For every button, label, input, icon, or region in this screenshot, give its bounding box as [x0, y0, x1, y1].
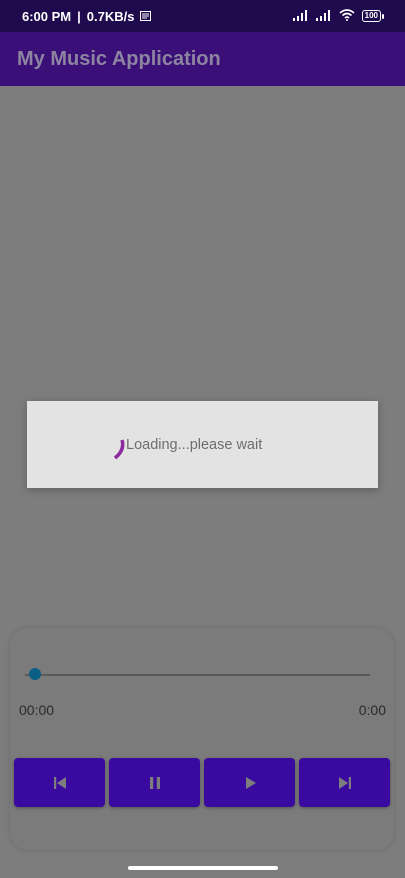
app-title: My Music Application [17, 47, 221, 70]
status-separator: | [77, 8, 81, 24]
signal-icon-2 [315, 9, 332, 24]
next-button[interactable] [299, 758, 390, 807]
skip-next-icon [338, 776, 351, 789]
home-gesture-handle[interactable] [128, 866, 278, 870]
loading-dialog: Loading...please wait [27, 401, 378, 488]
pause-icon [149, 776, 160, 789]
seek-bar[interactable] [25, 674, 370, 676]
app-bar: My Music Application [0, 32, 405, 86]
skip-previous-icon [53, 776, 66, 789]
previous-button[interactable] [14, 758, 105, 807]
play-button[interactable] [204, 758, 295, 807]
signal-icon [292, 9, 309, 24]
player-panel [10, 628, 394, 850]
battery-icon: 100 [361, 10, 385, 22]
status-time: 6:00 PM [22, 8, 72, 24]
notification-icon [140, 9, 152, 24]
seek-thumb[interactable] [29, 668, 41, 680]
network-speed: 0.7KB/s [86, 8, 135, 24]
play-icon [245, 776, 256, 789]
wifi-icon [339, 8, 355, 24]
status-bar: 6:00 PM | 0.7KB/s 100 [0, 0, 405, 32]
total-time: 0:00 [358, 702, 386, 718]
loading-message: Loading...please wait [126, 437, 263, 453]
loading-spinner-icon [113, 439, 125, 460]
current-time: 00:00 [19, 702, 55, 718]
status-right: 100 [292, 8, 385, 24]
pause-button[interactable] [109, 758, 200, 807]
status-left: 6:00 PM | 0.7KB/s [22, 8, 152, 24]
